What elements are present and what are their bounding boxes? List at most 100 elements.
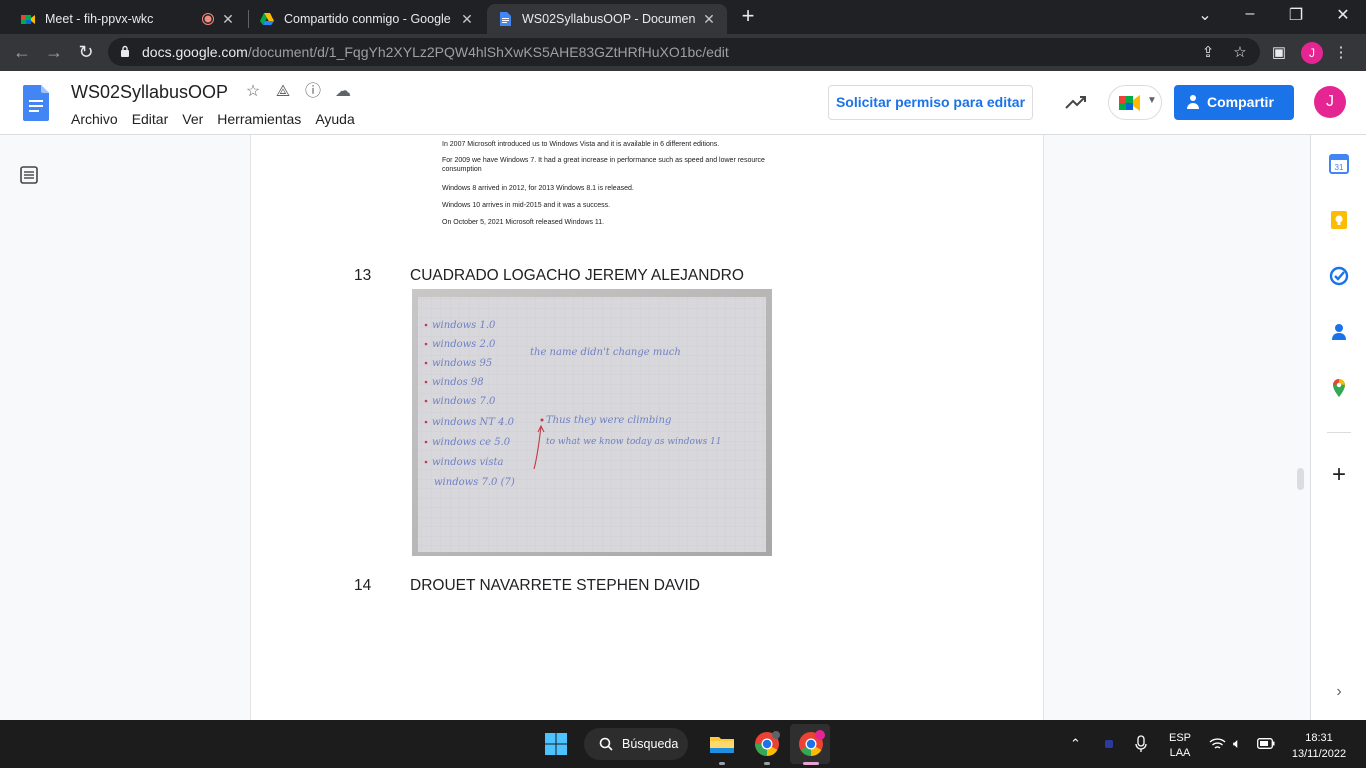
close-tab-icon[interactable]: ✕: [701, 11, 717, 28]
menu-ver[interactable]: Ver: [182, 111, 203, 127]
google-docs-logo-icon[interactable]: [23, 85, 49, 121]
side-panel-icon[interactable]: ▣: [1269, 43, 1289, 61]
note-line: windows 7.0: [432, 396, 496, 407]
row-number: 14: [354, 577, 372, 594]
student-name: CUADRADO LOGACHO JEREMY ALEJANDRO: [410, 267, 744, 284]
add-addon-icon[interactable]: +: [1329, 463, 1349, 487]
clock[interactable]: 18:31 13/11/2022: [1284, 730, 1354, 762]
note-line: windows 1.0: [432, 320, 496, 331]
share-button[interactable]: Compartir: [1174, 85, 1294, 120]
tray-app-icon[interactable]: [1105, 740, 1113, 748]
paragraph: In 2007 Microsoft introduced us to Windo…: [442, 141, 720, 148]
taskbar: Búsqueda ⌃ ESP LAA 🔈︎ 18:31 13/11/2022: [0, 720, 1366, 768]
menu-kebab-icon[interactable]: ⋮: [1331, 43, 1351, 61]
add-shortcut-drive-icon[interactable]: ⟁: [274, 83, 292, 101]
url-domain: docs.google.com: [142, 44, 248, 60]
document-outline-icon[interactable]: [20, 166, 38, 184]
handwritten-notes-image[interactable]: windows 1.0 windows 2.0 windows 95 windo…: [412, 289, 772, 556]
note-line: windows NT 4.0: [432, 417, 515, 428]
request-edit-access-button[interactable]: Solicitar permiso para editar: [828, 85, 1033, 120]
document-page[interactable]: In 2007 Microsoft introduced us to Windo…: [250, 135, 1044, 720]
keyboard-layout: LAA: [1169, 747, 1191, 759]
tab-title: WS02SyllabusOOP - Documento: [522, 12, 695, 26]
note-line: windos 98: [432, 377, 484, 388]
share-page-icon[interactable]: ⇪: [1198, 43, 1218, 61]
battery-icon[interactable]: [1257, 738, 1275, 749]
google-calendar-icon[interactable]: 31: [1329, 154, 1349, 174]
running-indicator: [719, 762, 725, 765]
new-tab-button[interactable]: +: [738, 5, 758, 27]
google-docs-icon: [500, 12, 511, 26]
google-meet-icon: [1119, 95, 1140, 111]
forward-icon[interactable]: →: [43, 42, 65, 63]
tab-drive[interactable]: Compartido conmigo - Google D ✕: [249, 4, 485, 34]
reload-icon[interactable]: ↻: [75, 42, 97, 63]
side-panel-divider: [1327, 432, 1351, 433]
taskbar-search[interactable]: Búsqueda: [584, 728, 688, 760]
url-text: docs.google.com/document/d/1_FqgYh2XYLz2…: [142, 44, 729, 60]
active-indicator: [803, 762, 819, 765]
google-keep-icon[interactable]: [1329, 210, 1349, 230]
microphone-icon[interactable]: [1134, 735, 1148, 753]
google-meet-icon: [21, 15, 35, 24]
tab-title: Meet - fih-ppvx-wkc: [45, 12, 154, 26]
windows-start-icon[interactable]: [540, 728, 572, 760]
vertical-scrollbar-thumb[interactable]: [1297, 468, 1304, 490]
activity-trend-icon[interactable]: [1064, 92, 1088, 112]
note-annotation: the name didn't change much: [530, 347, 681, 358]
row-number: 13: [354, 267, 372, 284]
chrome-icon[interactable]: [751, 728, 783, 760]
search-label: Búsqueda: [622, 737, 679, 751]
tab-docs[interactable]: WS02SyllabusOOP - Documento ✕: [487, 4, 727, 34]
input-language[interactable]: ESP LAA: [1168, 731, 1192, 761]
document-title[interactable]: WS02SyllabusOOP: [71, 82, 228, 103]
minimize-icon[interactable]: –: [1238, 5, 1262, 23]
share-button-label: Compartir: [1207, 94, 1274, 110]
volume-icon[interactable]: 🔈︎: [1233, 735, 1241, 752]
chrome-profile-icon[interactable]: [795, 728, 827, 760]
tab-meet[interactable]: Meet - fih-ppvx-wkc ✕: [10, 4, 246, 34]
back-icon[interactable]: ←: [11, 42, 33, 63]
restore-icon[interactable]: ❐: [1284, 5, 1308, 25]
cloud-status-icon[interactable]: ☁: [334, 83, 352, 101]
close-tab-icon[interactable]: ✕: [459, 11, 475, 28]
language-code: ESP: [1168, 732, 1191, 744]
person-lock-icon: [1187, 95, 1199, 109]
tab-search-icon[interactable]: ⌄: [1193, 5, 1217, 25]
clock-date: 13/11/2022: [1291, 748, 1347, 760]
notebook-grid-drawing: windows 1.0 windows 2.0 windows 95 windo…: [412, 289, 772, 556]
google-tasks-icon[interactable]: [1329, 266, 1349, 286]
info-icon[interactable]: ⓘ: [304, 83, 322, 101]
star-icon[interactable]: ☆: [244, 83, 262, 101]
google-contacts-icon[interactable]: [1329, 322, 1349, 342]
tray-overflow-icon[interactable]: ⌃: [1070, 736, 1081, 752]
menu-editar[interactable]: Editar: [132, 111, 169, 127]
address-bar[interactable]: docs.google.com/document/d/1_FqgYh2XYLz2…: [108, 38, 1260, 66]
bookmark-star-icon[interactable]: ☆: [1230, 43, 1250, 61]
google-maps-icon[interactable]: [1329, 378, 1349, 398]
tab-strip: Meet - fih-ppvx-wkc ✕ Compartido conmigo…: [0, 0, 1366, 34]
chevron-right-icon[interactable]: ›: [1331, 683, 1347, 701]
svg-text:31: 31: [1335, 163, 1344, 172]
profile-avatar[interactable]: J: [1301, 42, 1323, 64]
menu-archivo[interactable]: Archivo: [71, 111, 118, 127]
close-window-icon[interactable]: ✕: [1331, 5, 1355, 25]
menu-bar: Archivo Editar Ver Herramientas Ayuda: [71, 111, 355, 127]
note-line: windows 2.0: [432, 339, 496, 350]
menu-herramientas[interactable]: Herramientas: [217, 111, 301, 127]
account-avatar[interactable]: J: [1314, 86, 1346, 118]
paragraph: Windows 8 arrived in 2012, for 2013 Wind…: [442, 185, 634, 192]
document-canvas: In 2007 Microsoft introduced us to Windo…: [0, 135, 1310, 720]
wifi-icon[interactable]: [1209, 737, 1226, 751]
menu-ayuda[interactable]: Ayuda: [315, 111, 354, 127]
close-tab-icon[interactable]: ✕: [220, 11, 236, 28]
note-line: windows ce 5.0: [432, 437, 511, 448]
paragraph: Windows 10 arrives in mid-2015 and it wa…: [442, 202, 611, 209]
file-explorer-icon[interactable]: [706, 728, 738, 760]
paragraph: On October 5, 2021 Microsoft released Wi…: [442, 219, 605, 226]
meet-button[interactable]: ▼: [1108, 85, 1162, 120]
note-line: windows vista: [432, 457, 503, 468]
google-drive-icon: [260, 13, 274, 25]
caret-down-icon: ▼: [1147, 95, 1157, 106]
note-line: windows 95: [432, 358, 492, 369]
